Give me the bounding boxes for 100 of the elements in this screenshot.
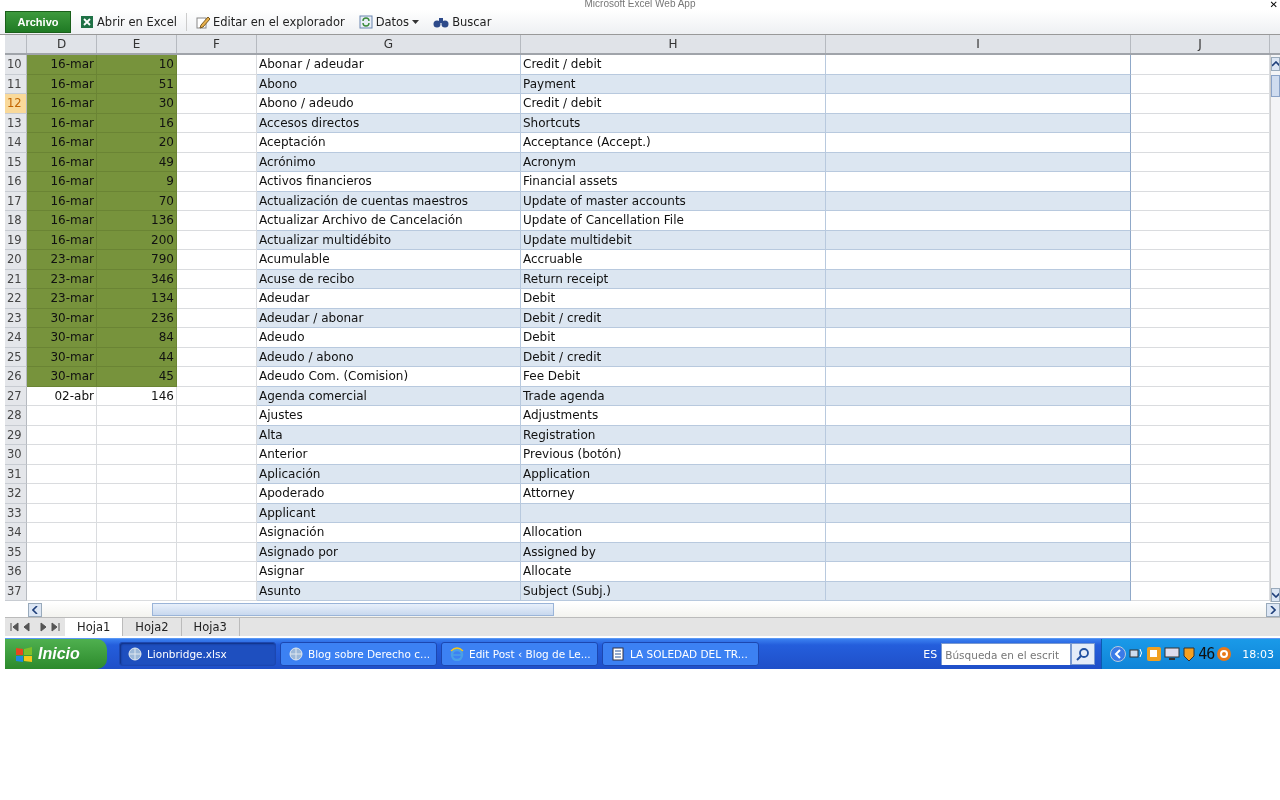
table-cell: Adjustments — [521, 406, 826, 426]
row-header[interactable]: 26 — [5, 367, 27, 387]
row-header[interactable]: 25 — [5, 347, 27, 367]
chevron-left-icon[interactable] — [1110, 646, 1127, 662]
search-button[interactable] — [1071, 643, 1096, 665]
taskbar-button[interactable]: Edit Post ‹ Blog de Le... — [441, 642, 598, 666]
table-cell: 02-abr — [27, 386, 97, 406]
table-cell: Payment — [521, 74, 826, 94]
sheet-navigation-icon[interactable] — [9, 622, 63, 632]
table-cell: Anterior — [257, 445, 521, 465]
table-cell: Applicant — [257, 503, 521, 523]
scroll-left-icon[interactable] — [28, 602, 42, 617]
row-header[interactable]: 36 — [5, 562, 27, 582]
scroll-down-icon[interactable] — [1271, 588, 1280, 602]
row-header[interactable]: 35 — [5, 542, 27, 562]
app-logo-icon[interactable] — [1216, 646, 1233, 662]
table-cell: 10 — [97, 55, 177, 75]
toolbar-button[interactable]: Buscar — [428, 15, 497, 29]
table-cell: 146 — [97, 386, 177, 406]
scroll-up-icon[interactable] — [1271, 57, 1280, 71]
row-header[interactable]: 31 — [5, 464, 27, 484]
table-cell: Asignar — [257, 562, 521, 582]
toolbar-button[interactable]: Datos — [353, 15, 425, 29]
row-header[interactable]: 28 — [5, 406, 27, 426]
row-header[interactable]: 32 — [5, 484, 27, 504]
table-cell: 23-mar — [27, 250, 97, 270]
table-cell: Debit — [521, 328, 826, 348]
table-cell: 16-mar — [27, 113, 97, 133]
vertical-scrollbar[interactable] — [1270, 55, 1280, 602]
row-header[interactable]: 29 — [5, 425, 27, 445]
table-cell: Debit / credit — [521, 308, 826, 328]
table-cell: 790 — [97, 250, 177, 270]
column-header[interactable]: G — [257, 35, 521, 53]
table-cell: 30-mar — [27, 367, 97, 387]
sheet-tab[interactable]: Hoja1 — [65, 618, 124, 636]
taskbar-button[interactable]: Blog sobre Derecho c... — [280, 642, 437, 666]
table-cell: 9 — [97, 172, 177, 192]
taskbar-button[interactable]: Lionbridge.xlsx — [119, 642, 276, 666]
row-header[interactable]: 30 — [5, 445, 27, 465]
table-cell: 30-mar — [27, 308, 97, 328]
row-header[interactable]: 24 — [5, 328, 27, 348]
document-icon — [611, 647, 625, 661]
column-header[interactable]: H — [521, 35, 826, 53]
table-cell: Asunto — [257, 581, 521, 601]
column-header[interactable]: D — [27, 35, 97, 53]
table-cell: Abono / adeudo — [257, 94, 521, 114]
row-header[interactable]: 34 — [5, 523, 27, 543]
scroll-right-icon[interactable] — [1266, 602, 1280, 617]
toolbar-button[interactable]: Abrir en Excel — [75, 15, 182, 29]
row-header[interactable]: 23 — [5, 308, 27, 328]
column-header[interactable]: I — [826, 35, 1131, 53]
toolbar-button[interactable]: Editar en el explorador — [190, 15, 350, 29]
table-cell: 20 — [97, 133, 177, 153]
table-cell: 200 — [97, 230, 177, 250]
row-header[interactable]: 14 — [5, 133, 27, 153]
row-header[interactable]: 33 — [5, 503, 27, 523]
table-cell: 51 — [97, 74, 177, 94]
excel-icon — [80, 15, 94, 29]
table-cell: Update of Cancellation File — [521, 211, 826, 231]
pencil-icon — [195, 15, 210, 29]
row-header[interactable]: 18 — [5, 211, 27, 231]
row-header[interactable]: 16 — [5, 172, 27, 192]
table-cell: Accruable — [521, 250, 826, 270]
language-indicator[interactable]: ES — [923, 647, 938, 661]
column-header[interactable]: F — [177, 35, 257, 53]
row-header[interactable]: 21 — [5, 269, 27, 289]
table-cell: Subject (Subj.) — [521, 581, 826, 601]
table-cell: Adeudo / abono — [257, 347, 521, 367]
shield-icon[interactable] — [1182, 646, 1197, 662]
table-cell: 236 — [97, 308, 177, 328]
scroll-thumb[interactable] — [1271, 75, 1280, 97]
row-header[interactable]: 17 — [5, 191, 27, 211]
row-header[interactable]: 13 — [5, 113, 27, 133]
row-header[interactable]: 19 — [5, 230, 27, 250]
row-header[interactable]: 10 — [5, 55, 27, 75]
row-header[interactable]: 27 — [5, 386, 27, 406]
table-cell: Fee Debit — [521, 367, 826, 387]
desktop-search-field[interactable]: Búsqueda en el escrit — [941, 643, 1072, 665]
scroll-thumb[interactable] — [152, 603, 554, 616]
taskbar-button[interactable]: LA SOLEDAD DEL TR... — [602, 642, 759, 666]
row-header[interactable]: 37 — [5, 581, 27, 601]
column-header[interactable]: J — [1131, 35, 1270, 53]
row-header[interactable]: 15 — [5, 152, 27, 172]
close-button[interactable]: ✕ — [1269, 0, 1278, 9]
monitor-icon[interactable] — [1164, 646, 1181, 662]
table-cell: 16-mar — [27, 74, 97, 94]
row-header[interactable]: 11 — [5, 74, 27, 94]
table-cell: Alta — [257, 425, 521, 445]
column-header[interactable]: E — [97, 35, 177, 53]
table-cell: Accesos directos — [257, 113, 521, 133]
table-cell: 23-mar — [27, 289, 97, 309]
row-header[interactable]: 22 — [5, 289, 27, 309]
file-tab[interactable]: Archivo — [5, 11, 71, 33]
tray-number[interactable]: 46 — [1198, 645, 1215, 663]
table-cell: 30 — [97, 94, 177, 114]
row-header[interactable]: 20 — [5, 250, 27, 270]
app-icon[interactable] — [1146, 646, 1163, 662]
table-cell: Adeudar / abonar — [257, 308, 521, 328]
table-cell: Acrónimo — [257, 152, 521, 172]
table-cell: Abono — [257, 74, 521, 94]
